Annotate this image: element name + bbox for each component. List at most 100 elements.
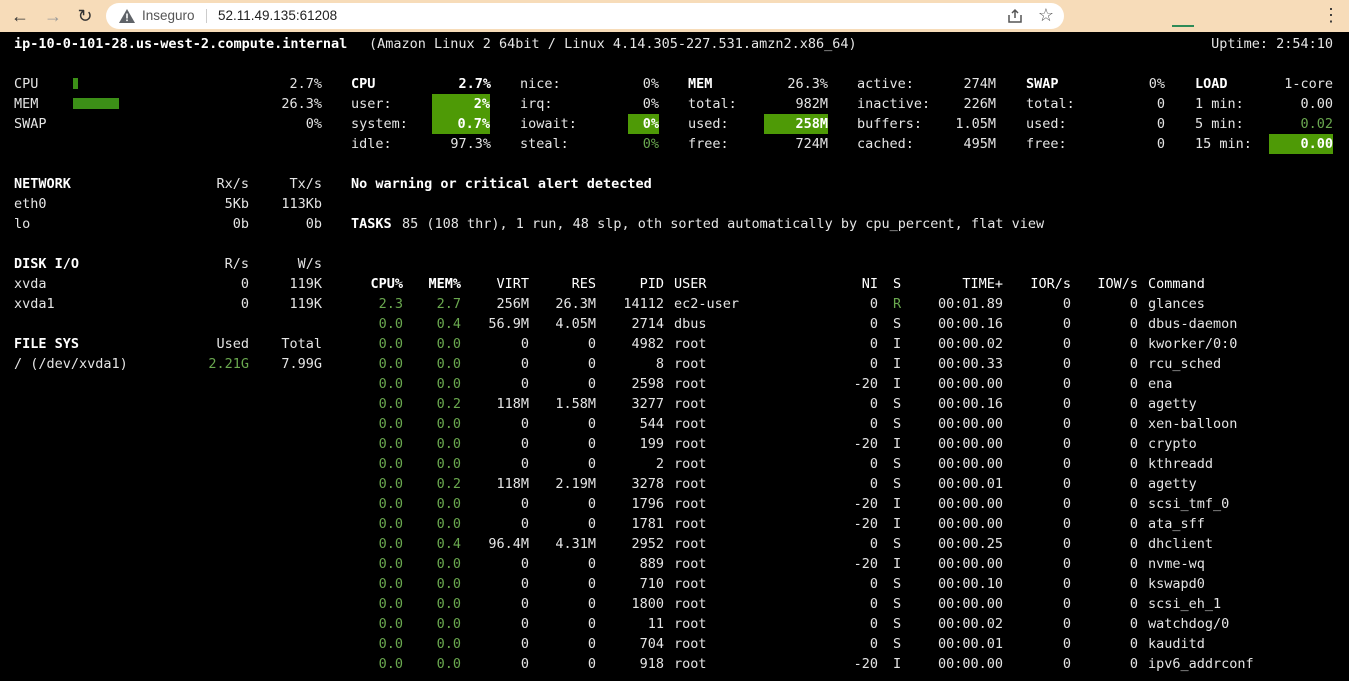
nice-cell: 0 xyxy=(869,316,878,332)
bookmark-star-icon[interactable]: ☆ xyxy=(1038,5,1054,25)
network-tx: 0b xyxy=(305,216,322,232)
virt-cell: 0 xyxy=(520,336,529,352)
command-cell: rcu_sched xyxy=(1148,356,1222,372)
warning-triangle-icon[interactable] xyxy=(118,7,136,25)
pid-cell: 710 xyxy=(639,576,664,592)
mem-percent-cell: 0.0 xyxy=(436,356,461,372)
cpu-percent-cell: 0.0 xyxy=(378,636,403,652)
user-cell: root xyxy=(674,436,707,452)
col-command-header: Command xyxy=(1148,276,1205,292)
io-read-cell: 0 xyxy=(1062,656,1071,672)
virt-cell: 118M xyxy=(496,476,529,492)
cpu-idle-value: 97.3% xyxy=(450,136,491,152)
extension-indicator[interactable] xyxy=(1172,25,1194,27)
quicklook-cpu-bar xyxy=(73,78,78,89)
io-write-cell: 0 xyxy=(1129,436,1138,452)
swap-used-value: 0 xyxy=(1156,116,1165,132)
filesys-mount: / (/dev/xvda1) xyxy=(14,356,128,372)
virt-cell: 0 xyxy=(520,356,529,372)
mem-percent-cell: 0.0 xyxy=(436,516,461,532)
command-cell: ata_sff xyxy=(1148,516,1205,532)
virt-cell: 0 xyxy=(520,616,529,632)
nice-cell: -20 xyxy=(853,436,878,452)
io-write-cell: 0 xyxy=(1129,656,1138,672)
res-cell: 0 xyxy=(587,516,596,532)
forward-arrow-icon[interactable]: → xyxy=(41,4,65,28)
reload-icon[interactable]: ↻ xyxy=(73,4,97,28)
nice-cell: 0 xyxy=(869,356,878,372)
security-label[interactable]: Inseguro xyxy=(142,8,195,23)
browser-menu-icon[interactable]: ⋮ xyxy=(1322,4,1340,26)
process-row: 0.0 0.0 0 0 199 root -20 I 00:00.00 0 0 crypto xyxy=(350,434,1250,454)
nice-cell: 0 xyxy=(869,576,878,592)
state-cell: S xyxy=(893,596,902,612)
res-cell: 26.3M xyxy=(555,296,596,312)
command-cell: ipv6_addrconf xyxy=(1148,656,1254,672)
res-cell: 0 xyxy=(587,556,596,572)
nice-cell: -20 xyxy=(853,656,878,672)
command-cell: nvme-wq xyxy=(1148,556,1205,572)
command-cell: crypto xyxy=(1148,436,1197,452)
nice-cell: 0 xyxy=(869,636,878,652)
back-arrow-icon[interactable]: ← xyxy=(8,4,32,28)
mem-percent-cell: 0.2 xyxy=(436,396,461,412)
virt-cell: 0 xyxy=(520,516,529,532)
io-read-cell: 0 xyxy=(1062,476,1071,492)
state-cell: S xyxy=(893,316,902,332)
state-cell: I xyxy=(893,436,902,452)
address-bar[interactable]: Inseguro 52.11.49.135:61208 ☆ xyxy=(106,3,1064,29)
io-read-cell: 0 xyxy=(1062,596,1071,612)
res-cell: 4.05M xyxy=(555,316,596,332)
load-1min-label: 1 min: xyxy=(1195,96,1244,112)
nice-cell: -20 xyxy=(853,376,878,392)
mem-percent-cell: 2.7 xyxy=(436,296,461,312)
mem-percent-cell: 0.0 xyxy=(436,616,461,632)
pid-cell: 14112 xyxy=(623,296,664,312)
res-cell: 0 xyxy=(587,496,596,512)
res-cell: 0 xyxy=(587,356,596,372)
mem-free-value: 724M xyxy=(795,136,828,152)
state-cell: I xyxy=(893,656,902,672)
res-cell: 0 xyxy=(587,336,596,352)
share-icon[interactable] xyxy=(1006,7,1024,25)
mem-used-value: 258M xyxy=(764,114,828,134)
cpu-percent-cell: 0.0 xyxy=(378,516,403,532)
virt-cell: 0 xyxy=(520,416,529,432)
cpu-user-value: 2% xyxy=(432,94,490,114)
disk-r-header: R/s xyxy=(224,256,249,272)
process-row: 0.0 0.0 0 0 1796 root -20 I 00:00.00 0 0 scsi_tmf_0 xyxy=(350,494,1250,514)
col-virt-header: VIRT xyxy=(496,276,529,292)
time-cell: 00:00.00 xyxy=(937,596,1003,612)
quicklook-cpu-value: 2.7% xyxy=(289,76,322,92)
mem-total-pct: 26.3% xyxy=(787,76,828,92)
mem-active-value: 274M xyxy=(963,76,996,92)
cpu-percent-cell: 0.0 xyxy=(378,456,403,472)
state-cell: I xyxy=(893,496,902,512)
cpu-total: 2.7% xyxy=(458,76,491,92)
command-cell: agetty xyxy=(1148,396,1197,412)
quicklook-mem-bar xyxy=(73,98,119,109)
user-cell: root xyxy=(674,656,707,672)
nice-cell: 0 xyxy=(869,416,878,432)
swap-total-label: total: xyxy=(1026,96,1075,112)
pid-cell: 918 xyxy=(639,656,664,672)
user-cell: root xyxy=(674,576,707,592)
url-text[interactable]: 52.11.49.135:61208 xyxy=(218,8,337,23)
mem-percent-cell: 0.0 xyxy=(436,496,461,512)
pid-cell: 3277 xyxy=(631,396,664,412)
cpu-percent-cell: 0.0 xyxy=(378,656,403,672)
cpu-steal-label: steal: xyxy=(520,136,569,152)
state-cell: I xyxy=(893,556,902,572)
disk-name: xvda1 xyxy=(14,296,55,312)
quicklook-swap-label: SWAP xyxy=(14,116,47,132)
network-tx-header: Tx/s xyxy=(289,176,322,192)
time-cell: 00:00.16 xyxy=(937,396,1003,412)
swap-free-value: 0 xyxy=(1156,136,1165,152)
mem-percent-cell: 0.0 xyxy=(436,456,461,472)
disk-title: DISK I/O xyxy=(14,256,80,272)
swap-pct: 0% xyxy=(1148,76,1165,92)
res-cell: 0 xyxy=(587,416,596,432)
res-cell: 0 xyxy=(587,656,596,672)
command-cell: kauditd xyxy=(1148,636,1205,652)
process-row: 0.0 0.0 0 0 1781 root -20 I 00:00.00 0 0 ata_sff xyxy=(350,514,1250,534)
